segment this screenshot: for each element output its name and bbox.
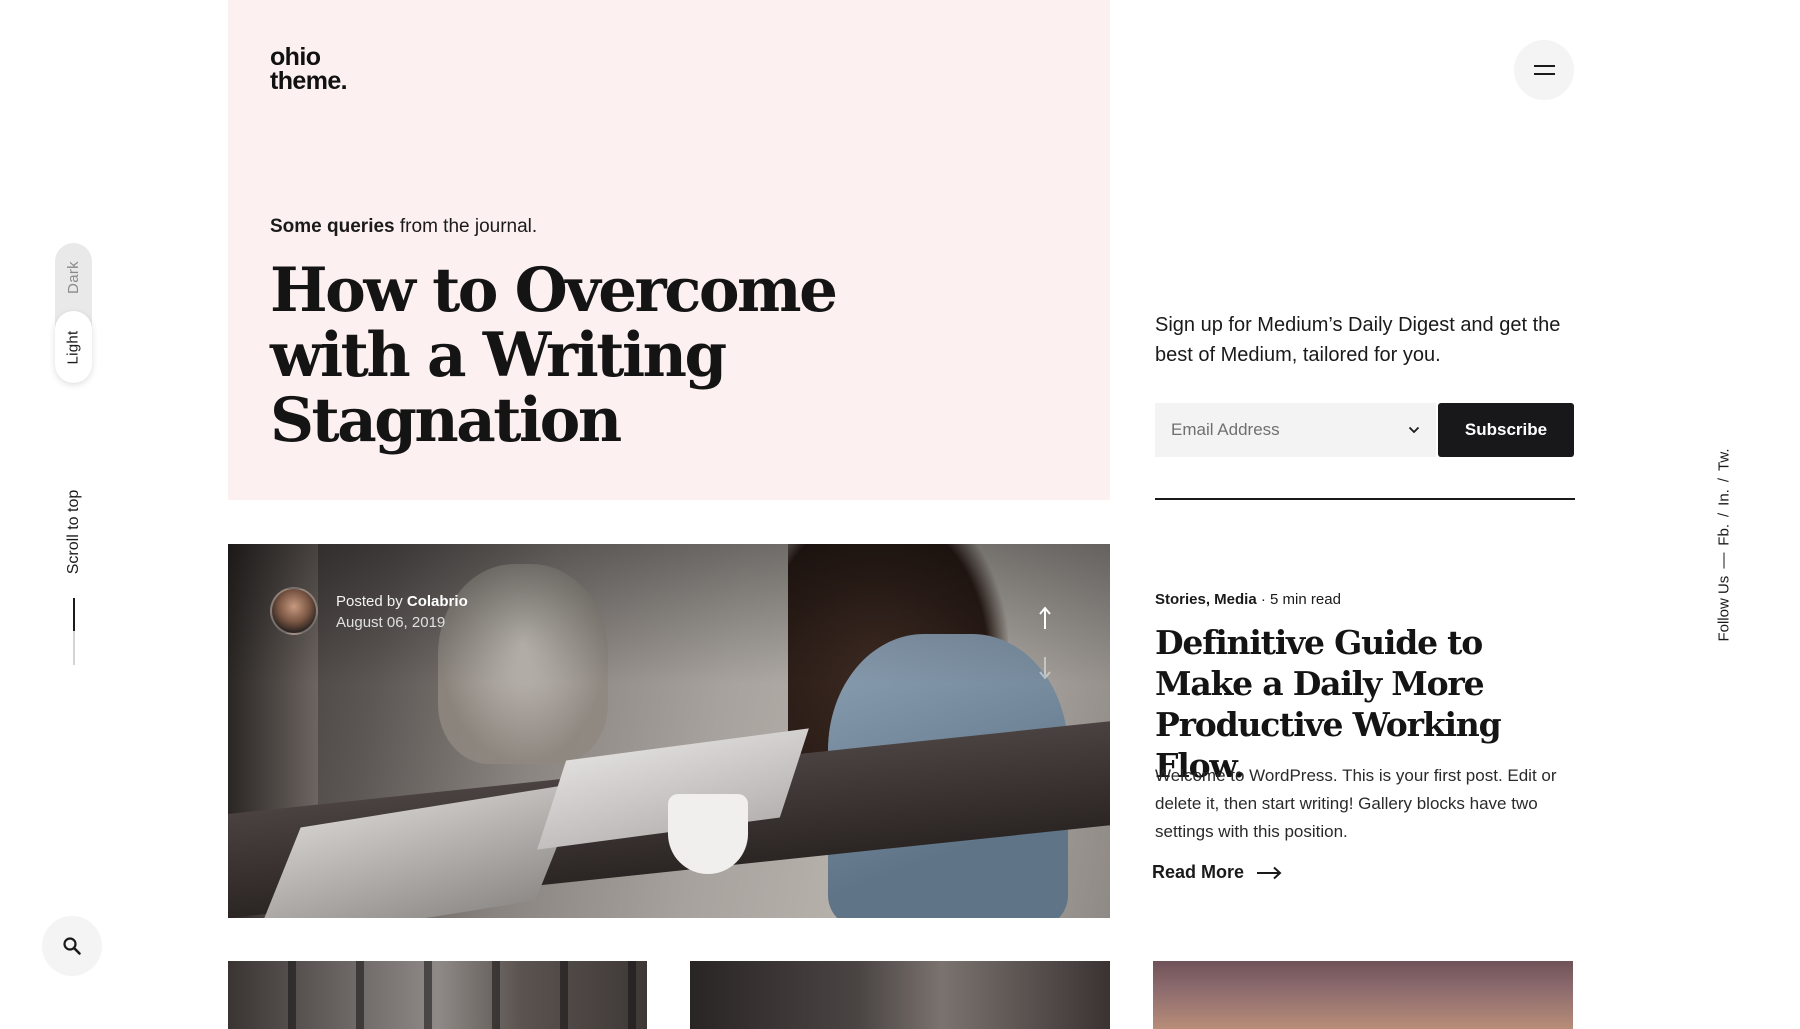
light-mode-option[interactable]: Light: [55, 311, 92, 383]
chevron-down-icon: [1408, 426, 1420, 434]
theme-mode-switch[interactable]: Dark Light: [55, 243, 92, 383]
follow-dash: [1723, 552, 1725, 569]
post-thumbnail[interactable]: [1153, 961, 1573, 1029]
social-link-twitter[interactable]: Tw.: [1716, 448, 1733, 471]
social-separator: /: [1715, 512, 1733, 517]
hero-kicker-bold: Some queries: [270, 216, 395, 237]
email-placeholder: Email Address: [1171, 420, 1280, 439]
hamburger-menu-icon: [1533, 65, 1555, 67]
social-link-facebook[interactable]: Fb.: [1716, 524, 1733, 546]
hero-kicker-rest: from the journal.: [399, 216, 538, 237]
post-thumbnail[interactable]: [228, 961, 647, 1029]
search-button[interactable]: [42, 916, 102, 976]
hero-kicker: Some queries from the journal.: [270, 216, 537, 238]
social-follow-rail: Follow Us Fb. / In. / Tw.: [1705, 430, 1743, 660]
read-time: 5 min read: [1270, 591, 1341, 608]
site-logo[interactable]: ohio theme.: [270, 43, 348, 95]
slider-prev-button[interactable]: [1034, 605, 1056, 631]
menu-button[interactable]: [1514, 40, 1574, 100]
post-categories[interactable]: Stories, Media: [1155, 591, 1257, 608]
post-meta: Stories, Media · 5 min read: [1155, 591, 1341, 608]
scroll-progress-fill: [73, 598, 75, 631]
subscribe-button[interactable]: Subscribe: [1438, 403, 1574, 457]
post-date: August 06, 2019: [336, 614, 446, 631]
logo-line-1: ohio: [270, 43, 321, 71]
light-mode-label: Light: [65, 329, 82, 365]
read-more-label: Read More: [1152, 862, 1245, 882]
social-link-instagram[interactable]: In.: [1716, 489, 1733, 506]
follow-us-label: Follow Us: [1715, 575, 1733, 642]
arrow-up-icon: [1039, 606, 1051, 629]
post-byline: Posted by Colabrio August 06, 2019: [336, 591, 468, 633]
author-avatar[interactable]: [270, 587, 318, 635]
social-separator: /: [1715, 477, 1733, 483]
subscribe-divider: [1155, 498, 1575, 500]
hamburger-menu-icon-bar: [1533, 73, 1555, 75]
scroll-to-top-label: Scroll to top: [65, 489, 82, 575]
subscribe-description: Sign up for Medium’s Daily Digest and ge…: [1155, 314, 1561, 366]
posted-by-prefix: Posted by: [336, 593, 403, 610]
logo-line-2: theme.: [270, 67, 348, 95]
post-thumbnail[interactable]: [690, 961, 1110, 1029]
meta-separator: ·: [1260, 591, 1266, 608]
arrow-right-icon: [1257, 866, 1282, 879]
email-field[interactable]: Email Address: [1155, 403, 1436, 457]
dark-mode-option[interactable]: Dark: [55, 243, 92, 311]
slider-next-button[interactable]: [1034, 655, 1056, 681]
post-excerpt: Welcome to WordPress. This is your first…: [1155, 766, 1557, 841]
page-title: How to Overcome with a Writing Stagnatio…: [270, 255, 838, 456]
read-more-link[interactable]: Read More: [1152, 862, 1282, 883]
search-icon: [63, 937, 81, 955]
arrow-down-icon: [1039, 657, 1051, 680]
scroll-to-top[interactable]: Scroll to top: [56, 480, 92, 665]
author-name[interactable]: Colabrio: [407, 593, 468, 610]
dark-mode-label: Dark: [65, 260, 82, 294]
